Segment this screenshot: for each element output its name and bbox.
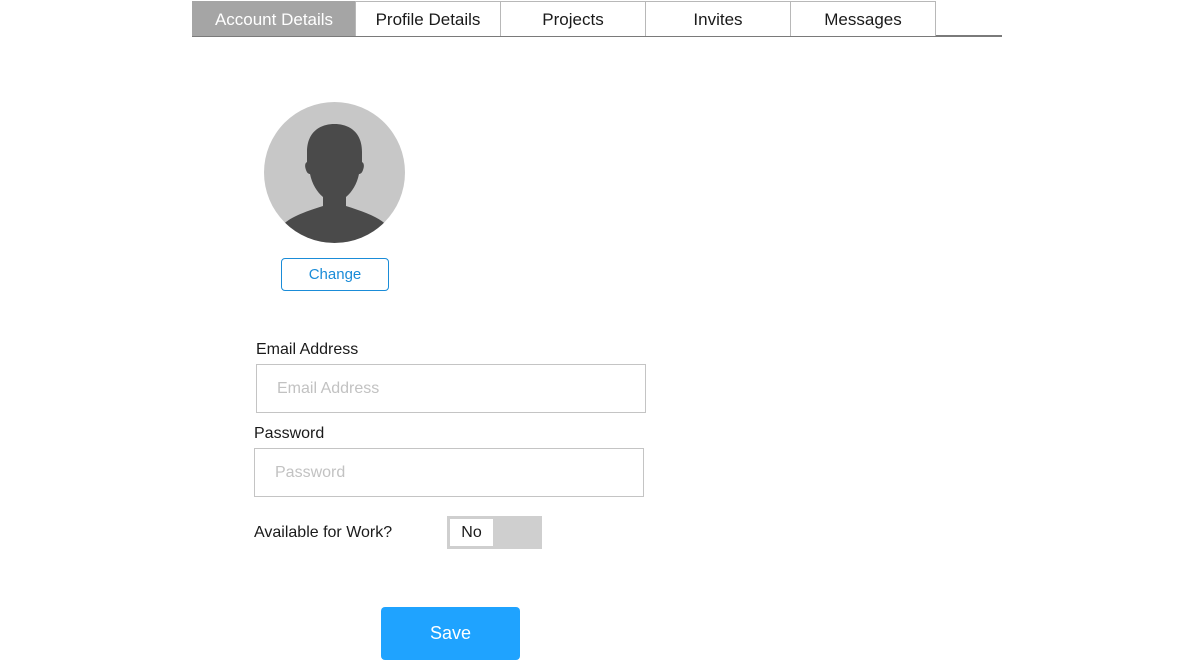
account-settings-page: Account Details Profile Details Projects… (0, 0, 1194, 667)
tab-invites[interactable]: Invites (645, 1, 791, 36)
available-for-work-toggle[interactable]: No (447, 516, 542, 549)
change-avatar-button[interactable]: Change (281, 258, 389, 291)
save-button[interactable]: Save (381, 607, 520, 660)
email-field[interactable] (256, 364, 646, 413)
tab-bar: Account Details Profile Details Projects… (192, 1, 1002, 37)
user-silhouette-icon (282, 124, 387, 243)
password-label: Password (254, 425, 325, 442)
available-for-work-label: Available for Work? (254, 524, 393, 541)
tab-profile-details[interactable]: Profile Details (355, 1, 501, 36)
toggle-state-label: No (450, 519, 493, 546)
tab-messages[interactable]: Messages (790, 1, 936, 36)
avatar (264, 102, 405, 243)
email-label: Email Address (256, 341, 359, 358)
tab-projects[interactable]: Projects (500, 1, 646, 36)
tab-account-details[interactable]: Account Details (192, 1, 356, 36)
password-field[interactable] (254, 448, 644, 497)
